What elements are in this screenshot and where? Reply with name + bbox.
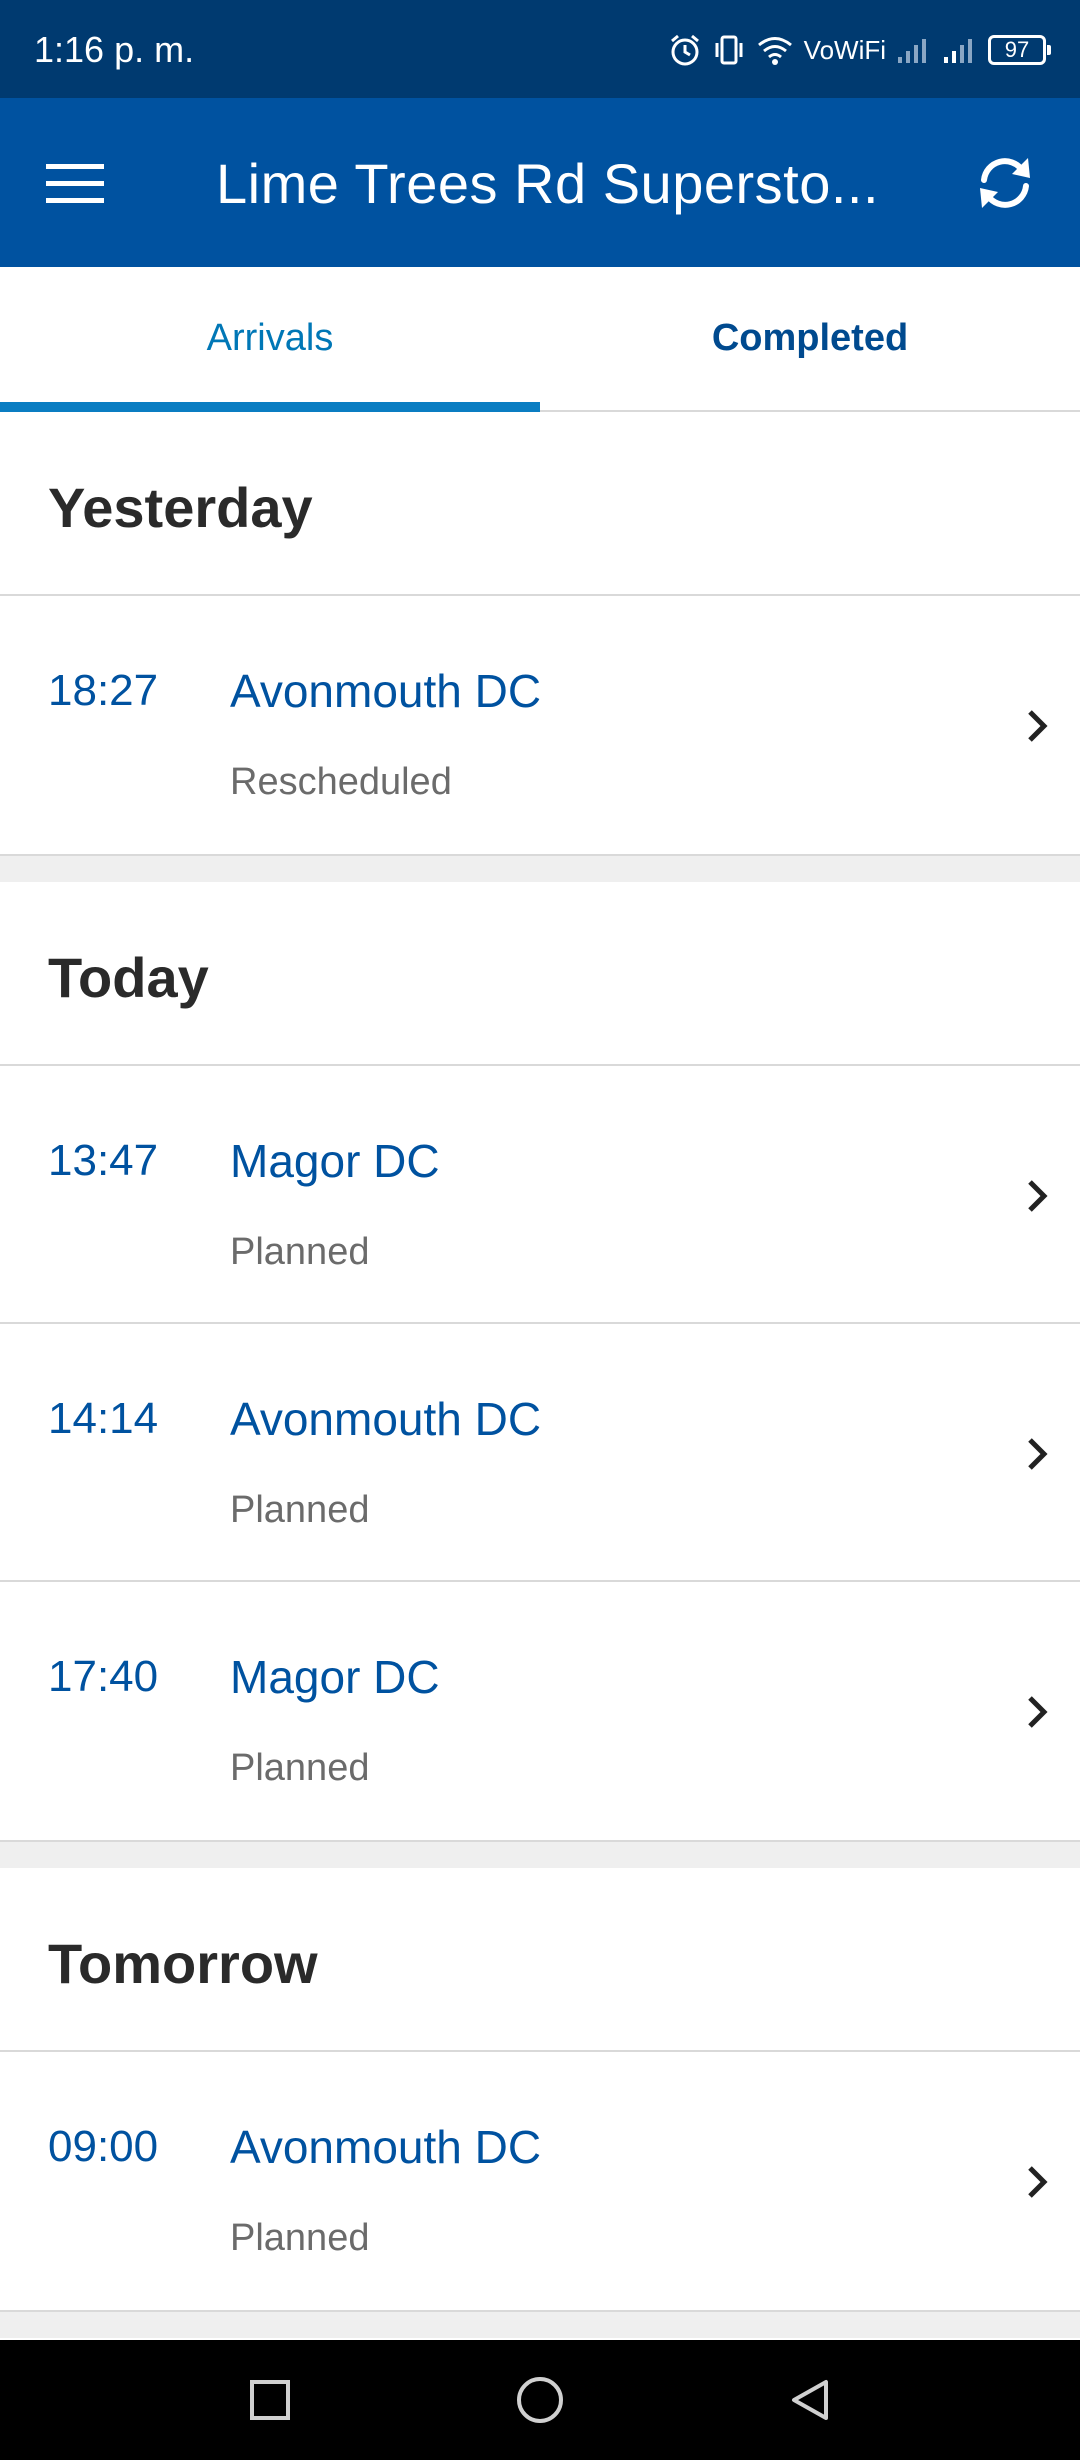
chevron-right-icon xyxy=(1028,710,1048,742)
section-header: Yesterday xyxy=(0,412,1080,596)
arrival-status: Planned xyxy=(230,1489,370,1531)
tab-arrivals[interactable]: Arrivals xyxy=(0,267,540,412)
section-title: Yesterday xyxy=(48,476,313,539)
wifi-icon xyxy=(757,37,792,65)
chevron-right-icon xyxy=(1028,1180,1048,1212)
tab-arrivals-label: Arrivals xyxy=(206,317,334,359)
section-header: Today xyxy=(0,882,1080,1066)
vibrate-icon xyxy=(715,35,743,65)
list-item[interactable]: 14:14 Avonmouth DC Planned xyxy=(0,1324,1080,1582)
chevron-right-icon xyxy=(1028,1438,1048,1470)
depot-name: Magor DC xyxy=(230,1135,440,1187)
depot-name: Avonmouth DC xyxy=(230,2121,542,2173)
status-icons: VoWiFi 97 xyxy=(668,30,1051,70)
page-title: Lime Trees Rd Supersto... xyxy=(216,152,880,215)
vowifi-label: VoWiFi xyxy=(803,35,886,65)
section-today: Today 13:47 Magor DC Planned 14:14 Avonm… xyxy=(0,882,1080,1840)
chevron-right-icon xyxy=(1028,2166,1048,2198)
tab-bar: Arrivals Completed xyxy=(0,267,1080,412)
depot-name: Magor DC xyxy=(230,1651,440,1703)
arrival-time: 14:14 xyxy=(48,1394,159,1443)
section-divider xyxy=(0,854,1080,882)
section-yesterday: Yesterday 18:27 Avonmouth DC Rescheduled xyxy=(0,412,1080,854)
section-header: Tomorrow xyxy=(0,1868,1080,2052)
section-title: Tomorrow xyxy=(48,1932,318,1995)
system-nav-bar xyxy=(0,2340,1080,2460)
battery-icon: 97 xyxy=(988,35,1051,65)
active-tab-indicator xyxy=(0,402,540,412)
menu-icon xyxy=(46,164,104,203)
list-item[interactable]: 17:40 Magor DC Planned xyxy=(0,1582,1080,1840)
arrival-time: 13:47 xyxy=(48,1136,159,1185)
depot-name: Avonmouth DC xyxy=(230,1393,542,1445)
arrival-time: 17:40 xyxy=(48,1652,159,1701)
list-item[interactable]: 18:27 Avonmouth DC Rescheduled xyxy=(0,596,1080,854)
arrivals-list: Yesterday 18:27 Avonmouth DC Rescheduled… xyxy=(0,412,1080,2338)
arrival-status: Planned xyxy=(230,1231,370,1273)
refresh-button[interactable] xyxy=(960,138,1050,228)
chevron-right-icon xyxy=(1028,1696,1048,1728)
tab-completed-label: Completed xyxy=(711,317,909,359)
back-triangle-icon xyxy=(792,2380,828,2420)
section-divider xyxy=(0,1840,1080,1868)
refresh-icon xyxy=(980,158,1030,208)
section-divider xyxy=(0,2310,1080,2338)
menu-button[interactable] xyxy=(34,142,118,226)
arrival-status: Planned xyxy=(230,1747,370,1789)
depot-name: Avonmouth DC xyxy=(230,665,542,717)
home-circle-icon xyxy=(517,2377,563,2423)
tab-completed[interactable]: Completed xyxy=(540,267,1080,410)
signal-icon xyxy=(944,39,972,63)
section-tomorrow: Tomorrow 09:00 Avonmouth DC Planned xyxy=(0,1868,1080,2310)
arrival-status: Planned xyxy=(230,2217,370,2259)
list-item[interactable]: 13:47 Magor DC Planned xyxy=(0,1066,1080,1324)
status-bar: 1:16 p. m. VoWiFi 97 xyxy=(0,0,1080,98)
alarm-icon xyxy=(670,34,699,66)
section-title: Today xyxy=(48,946,209,1009)
recents-square-icon xyxy=(250,2380,290,2420)
list-item[interactable]: 09:00 Avonmouth DC Planned xyxy=(0,2052,1080,2310)
back-button[interactable] xyxy=(770,2360,850,2440)
home-button[interactable] xyxy=(500,2360,580,2440)
arrival-status: Rescheduled xyxy=(230,761,452,803)
app-bar: Lime Trees Rd Supersto... xyxy=(0,98,1080,267)
signal-icon xyxy=(898,39,926,63)
status-time: 1:16 p. m. xyxy=(34,29,195,70)
arrival-time: 09:00 xyxy=(48,2122,159,2171)
recents-button[interactable] xyxy=(230,2360,310,2440)
arrival-time: 18:27 xyxy=(48,666,159,715)
battery-level: 97 xyxy=(1004,37,1030,62)
